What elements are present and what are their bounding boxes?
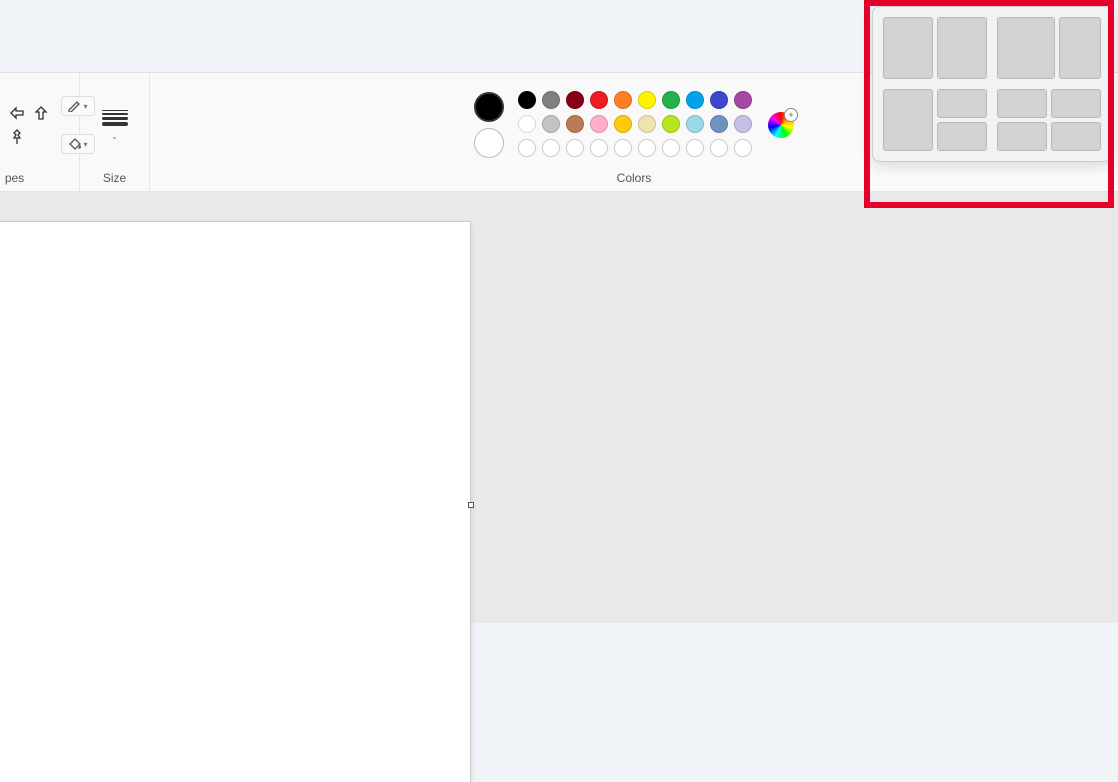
size-label: Size [103, 167, 126, 185]
colors-label: Colors [617, 167, 652, 185]
custom-color-slot[interactable] [542, 139, 560, 157]
color-swatch[interactable] [542, 91, 560, 109]
chevron-down-icon: ⌄ [111, 132, 118, 141]
snap-layouts-popup [872, 6, 1112, 162]
snap-layout-four-equal[interactable] [997, 89, 1101, 151]
secondary-color-button[interactable] [474, 128, 504, 158]
color-swatch[interactable] [590, 115, 608, 133]
snap-cell[interactable] [997, 89, 1047, 118]
color-swatch[interactable] [518, 115, 536, 133]
color-swatch[interactable] [542, 115, 560, 133]
custom-color-slot[interactable] [614, 139, 632, 157]
size-group: ⌄ Size [80, 73, 150, 191]
shapes-gallery[interactable] [0, 103, 51, 147]
line-width-icon [102, 110, 128, 126]
canvas-resize-handle[interactable] [468, 502, 474, 508]
custom-color-slot[interactable] [662, 139, 680, 157]
color-swatch[interactable] [662, 91, 680, 109]
color-palette [518, 91, 754, 159]
workspace [0, 192, 1118, 623]
color-swatch[interactable] [614, 115, 632, 133]
size-button[interactable]: ⌄ [102, 110, 128, 141]
primary-color-button[interactable] [474, 92, 504, 122]
custom-color-slot[interactable] [638, 139, 656, 157]
color-swatch[interactable] [710, 115, 728, 133]
heart-shape-icon[interactable] [0, 127, 3, 147]
color-swatch[interactable] [686, 115, 704, 133]
snap-cell[interactable] [1051, 89, 1101, 118]
snap-layout-one-plus-two[interactable] [883, 89, 987, 151]
color-swatch[interactable] [662, 115, 680, 133]
pin-shape-icon[interactable] [7, 127, 27, 147]
edit-colors-button[interactable] [768, 112, 794, 138]
shapes-group: ▾ ▾ pes [0, 73, 80, 191]
right-triangle-shape-icon[interactable] [0, 103, 3, 123]
color-swatch[interactable] [566, 115, 584, 133]
custom-color-slot[interactable] [686, 139, 704, 157]
snap-cell[interactable] [997, 17, 1055, 79]
color-swatch[interactable] [566, 91, 584, 109]
custom-color-slot[interactable] [734, 139, 752, 157]
snap-cell[interactable] [883, 89, 933, 151]
color-swatch[interactable] [518, 91, 536, 109]
color-swatch[interactable] [734, 91, 752, 109]
color-swatch[interactable] [638, 115, 656, 133]
shapes-label: pes [5, 167, 24, 185]
custom-color-slot[interactable] [590, 139, 608, 157]
left-arrow-shape-icon[interactable] [7, 103, 27, 123]
up-arrow-shape-icon[interactable] [31, 103, 51, 123]
color-swatch[interactable] [734, 115, 752, 133]
color-swatch[interactable] [686, 91, 704, 109]
snap-layout-two-left-wide[interactable] [997, 17, 1101, 79]
snap-cell[interactable] [937, 122, 987, 151]
snap-layout-two-equal[interactable] [883, 17, 987, 79]
custom-color-slot[interactable] [566, 139, 584, 157]
snap-cell[interactable] [883, 17, 933, 79]
snap-cell[interactable] [997, 122, 1047, 151]
canvas[interactable] [0, 222, 470, 782]
color-swatch[interactable] [710, 91, 728, 109]
snap-cell[interactable] [937, 89, 987, 118]
color-swatch[interactable] [614, 91, 632, 109]
snap-cell[interactable] [1051, 122, 1101, 151]
snap-cell[interactable] [937, 17, 987, 79]
snap-cell[interactable] [1059, 17, 1101, 79]
color-swatch[interactable] [590, 91, 608, 109]
custom-color-slot[interactable] [518, 139, 536, 157]
custom-color-slot[interactable] [710, 139, 728, 157]
color-swatch[interactable] [638, 91, 656, 109]
